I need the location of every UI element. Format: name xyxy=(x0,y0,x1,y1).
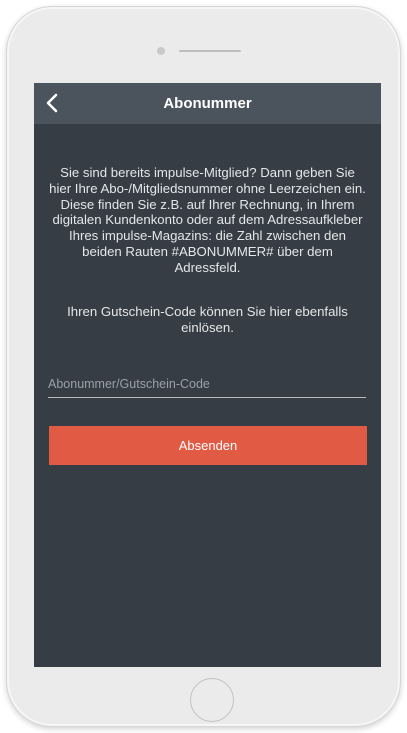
front-camera xyxy=(157,47,165,55)
coupon-note-text: Ihren Gutschein-Code können Sie hier ebe… xyxy=(67,304,348,335)
chevron-left-icon xyxy=(46,93,58,113)
earpiece-speaker xyxy=(179,50,241,52)
instructions-text: Sie sind bereits impulse-Mitglied? Dann … xyxy=(49,165,366,275)
home-button[interactable] xyxy=(190,678,234,722)
navigation-bar: Abonummer xyxy=(34,83,381,124)
submit-button[interactable]: Absenden xyxy=(49,426,367,465)
app-screen: Abonummer Sie sind bereits impulse-Mitgl… xyxy=(34,83,381,667)
subscription-number-field xyxy=(48,373,366,398)
subscription-number-input[interactable] xyxy=(48,373,366,395)
page-title: Abonummer xyxy=(163,95,252,112)
back-button[interactable] xyxy=(38,88,66,118)
